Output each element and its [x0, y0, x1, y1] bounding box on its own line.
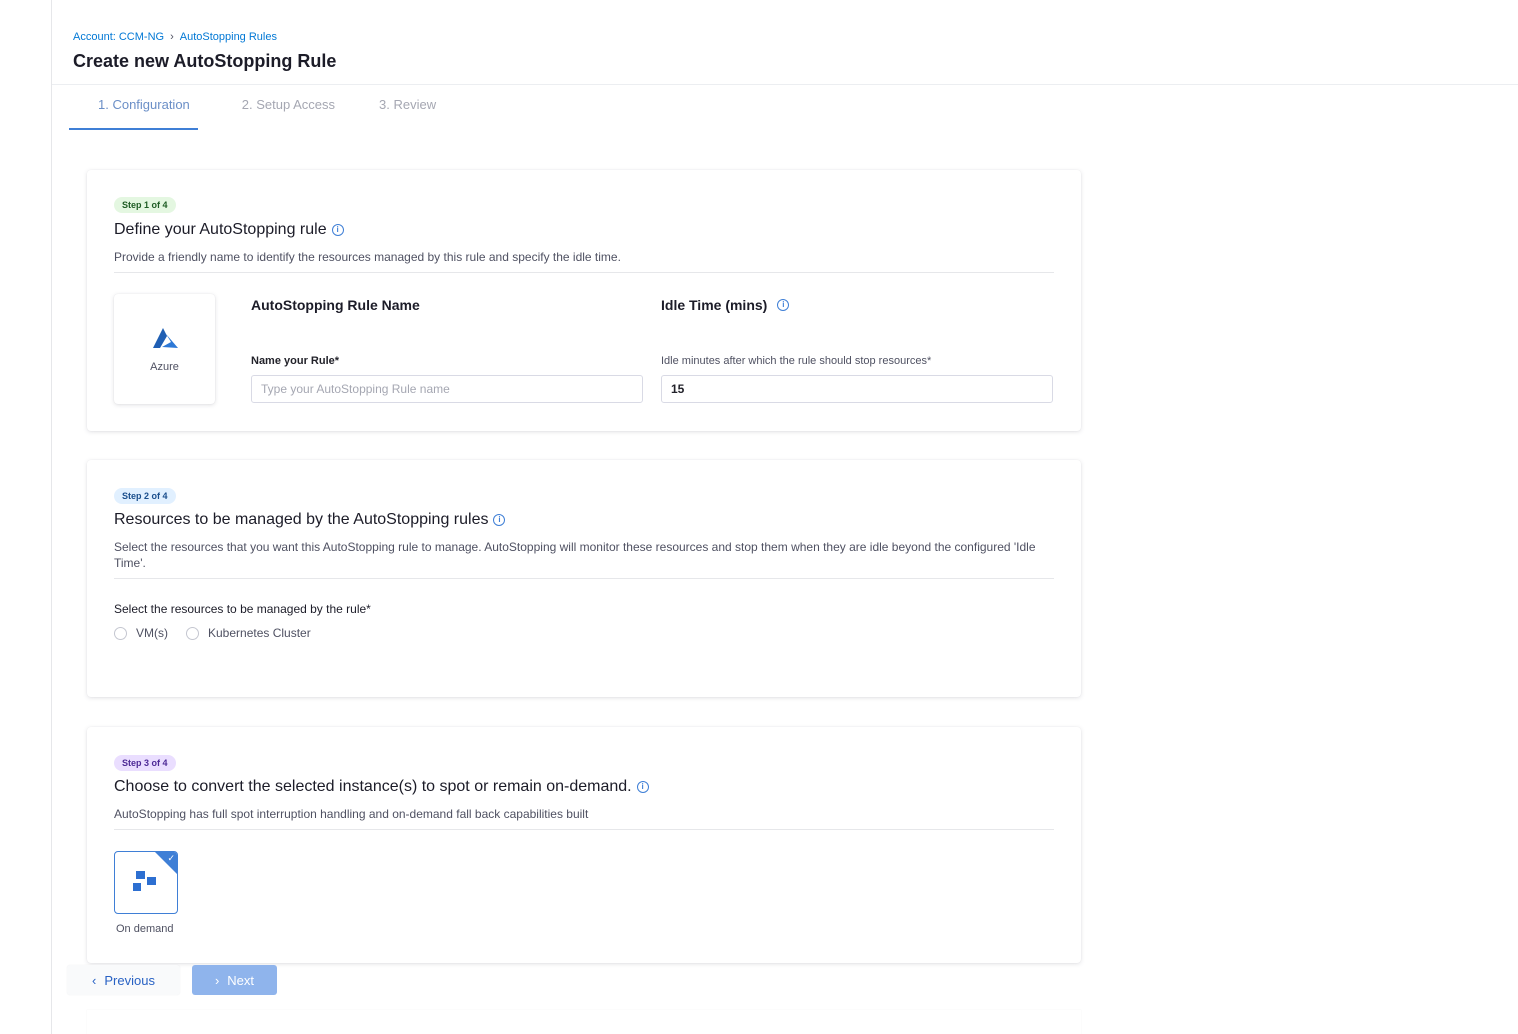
chevron-left-icon: ‹	[92, 972, 97, 988]
info-icon[interactable]: i	[777, 299, 790, 311]
info-icon[interactable]: i	[493, 514, 506, 526]
step4-card-partial	[87, 1010, 1081, 1034]
step2-title-text: Resources to be managed by the AutoStopp…	[114, 511, 489, 528]
radio-circle[interactable]	[186, 626, 199, 640]
idle-time-heading: Idle Time (mins) i	[661, 297, 790, 313]
checkmark-icon: ✓	[167, 853, 175, 863]
step3-title: Choose to convert the selected instance(…	[114, 778, 649, 796]
rule-name-input[interactable]	[251, 375, 643, 403]
breadcrumb-autostopping-link[interactable]: AutoStopping Rules	[180, 31, 277, 43]
step2-badge: Step 2 of 4	[114, 488, 176, 504]
info-icon[interactable]: i	[331, 224, 344, 236]
breadcrumb-account-link[interactable]: Account: CCM-NG	[73, 31, 164, 43]
rule-name-label: Name your Rule*	[251, 355, 340, 367]
step2-description: Select the resources that you want this …	[114, 540, 1036, 570]
next-label: Next	[227, 972, 255, 988]
on-demand-label: On demand	[116, 923, 174, 935]
step2-divider	[114, 578, 1054, 579]
idle-time-input[interactable]	[661, 375, 1053, 403]
radio-vms-label: VM(s)	[136, 626, 168, 640]
step3-divider	[114, 829, 1054, 830]
on-demand-icon	[133, 871, 156, 891]
step2-title: Resources to be managed by the AutoStopp…	[114, 511, 506, 529]
rule-name-heading: AutoStopping Rule Name	[251, 297, 420, 313]
step1-divider	[114, 272, 1054, 273]
radio-kubernetes-label: Kubernetes Cluster	[208, 626, 311, 640]
tab-setup-access[interactable]: 2. Setup Access	[242, 95, 335, 130]
previous-label: Previous	[104, 972, 155, 988]
step3-card: Step 3 of 4 Choose to convert the select…	[87, 727, 1081, 963]
left-divider	[51, 0, 52, 1034]
step1-title: Define your AutoStopping rule i	[114, 221, 344, 239]
info-icon[interactable]: i	[636, 781, 649, 793]
chevron-right-icon: ›	[214, 972, 220, 988]
next-button[interactable]: › Next	[192, 965, 277, 995]
step1-description: Provide a friendly name to identify the …	[114, 250, 621, 264]
resource-radio-group: VM(s) Kubernetes Cluster	[114, 626, 329, 640]
step1-card: Step 1 of 4 Define your AutoStopping rul…	[87, 170, 1081, 431]
idle-time-label: Idle minutes after which the rule should…	[661, 355, 932, 367]
header-divider	[52, 84, 1518, 85]
page-title: Create new AutoStopping Rule	[73, 51, 337, 71]
radio-kubernetes-cluster[interactable]: Kubernetes Cluster	[186, 626, 311, 640]
step1-badge: Step 1 of 4	[114, 197, 176, 213]
step1-title-text: Define your AutoStopping rule	[114, 221, 327, 238]
step2-card: Step 2 of 4 Resources to be managed by t…	[87, 460, 1081, 697]
step3-description: AutoStopping has full spot interruption …	[114, 807, 589, 821]
wizard-tabs: 1. Configuration 2. Setup Access 3. Revi…	[69, 95, 480, 130]
chevron-right-icon: ›	[170, 31, 174, 43]
tab-configuration[interactable]: 1. Configuration	[69, 95, 198, 130]
provider-label: Azure	[150, 361, 179, 373]
radio-vms[interactable]: VM(s)	[114, 626, 168, 640]
step3-title-text: Choose to convert the selected instance(…	[114, 778, 632, 795]
step3-badge: Step 3 of 4	[114, 755, 176, 771]
idle-time-heading-text: Idle Time (mins)	[661, 297, 768, 313]
breadcrumb: Account: CCM-NG › AutoStopping Rules	[73, 31, 277, 43]
tab-review[interactable]: 3. Review	[379, 95, 436, 130]
resource-select-label: Select the resources to be managed by th…	[114, 602, 371, 616]
previous-button[interactable]: ‹ Previous	[67, 965, 180, 995]
radio-circle[interactable]	[114, 626, 127, 640]
azure-logo-icon	[152, 328, 178, 348]
on-demand-option[interactable]: ✓	[114, 851, 178, 914]
provider-tile-azure: Azure	[114, 294, 215, 404]
